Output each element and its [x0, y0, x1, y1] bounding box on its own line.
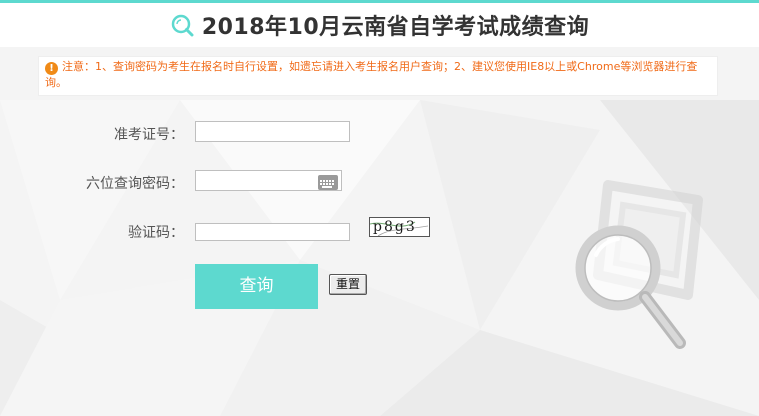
captcha-label: 验证码： — [128, 225, 184, 241]
notice-box: ! 注意：1、查询密码为考生在报名时自行设置，如遗忘请进入考生报名用户查询；2、建… — [38, 56, 718, 96]
notice-text: 注意：1、查询密码为考生在报名时自行设置，如遗忘请进入考生报名用户查询；2、建议… — [45, 60, 698, 89]
page-title: 2018年10月云南省自学考试成绩查询 — [201, 15, 590, 40]
search-icon — [170, 13, 194, 37]
header: 2018年10月云南省自学考试成绩查询 — [0, 3, 759, 47]
exam-id-label: 准考证号： — [114, 127, 184, 143]
captcha-image[interactable]: p8g3 — [369, 217, 430, 237]
exam-id-input[interactable] — [195, 121, 350, 142]
captcha-text: p8g3 — [373, 219, 417, 235]
password-label: 六位查询密码： — [86, 176, 184, 192]
captcha-input[interactable] — [195, 223, 350, 241]
reset-button[interactable]: 重置 — [329, 274, 367, 295]
query-button[interactable]: 查询 — [195, 264, 318, 309]
magnifier-icon — [575, 180, 703, 349]
warning-icon: ! — [45, 62, 58, 75]
keyboard-icon[interactable] — [318, 175, 338, 190]
